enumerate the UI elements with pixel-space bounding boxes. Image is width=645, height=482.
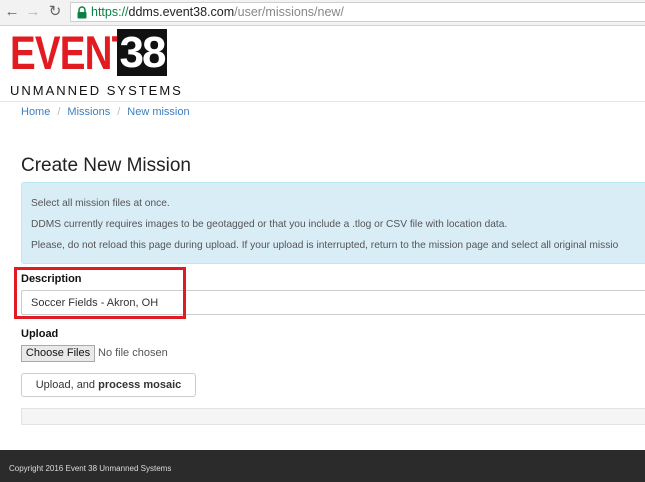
logo-word: EVENT [10,26,135,79]
address-bar[interactable]: https://ddms.event38.com/user/missions/n… [70,2,645,22]
alert-line: DDMS currently requires images to be geo… [31,219,508,230]
header-divider [0,101,645,102]
breadcrumb-separator: / [117,106,121,118]
browser-toolbar: ← → ↻ https://ddms.event38.com/user/miss… [0,0,645,26]
breadcrumb-home[interactable]: Home [21,106,50,118]
highlight-box [14,267,186,319]
progress-well [21,408,645,425]
submit-label-prefix: Upload, and [35,379,99,391]
choose-files-button[interactable]: Choose Files [21,345,95,362]
lock-icon [77,6,87,19]
logo-number: 38 [117,29,167,76]
submit-label-bold: process mosaic [98,379,182,391]
footer: Copyright 2016 Event 38 Unmanned Systems [0,450,645,482]
breadcrumb-missions[interactable]: Missions [67,106,110,118]
upload-process-button[interactable]: Upload, and process mosaic [21,373,196,397]
breadcrumb-new-mission[interactable]: New mission [127,106,189,118]
alert-line: Select all mission files at once. [31,198,170,209]
page-title: Create New Mission [21,155,191,176]
reload-icon[interactable]: ↻ [46,3,64,21]
logo-tagline: UNMANNED SYSTEMS [10,83,183,98]
arrow-right-icon[interactable]: → [24,3,42,21]
footer-copyright: Copyright 2016 Event 38 Unmanned Systems [9,464,172,473]
breadcrumb: Home / Missions / New mission [21,106,190,118]
url-path: /user/missions/new/ [234,5,344,19]
arrow-left-icon[interactable]: ← [3,3,21,21]
alert-line: Please, do not reload this page during u… [31,240,619,251]
url-scheme: https:// [91,5,129,19]
info-alert: Select all mission files at once. DDMS c… [21,182,645,264]
address-url: https://ddms.event38.com/user/missions/n… [91,5,344,20]
url-host: ddms.event38.com [128,5,235,19]
upload-label: Upload [21,328,59,340]
no-file-text: No file chosen [98,347,168,359]
breadcrumb-separator: / [57,106,61,118]
